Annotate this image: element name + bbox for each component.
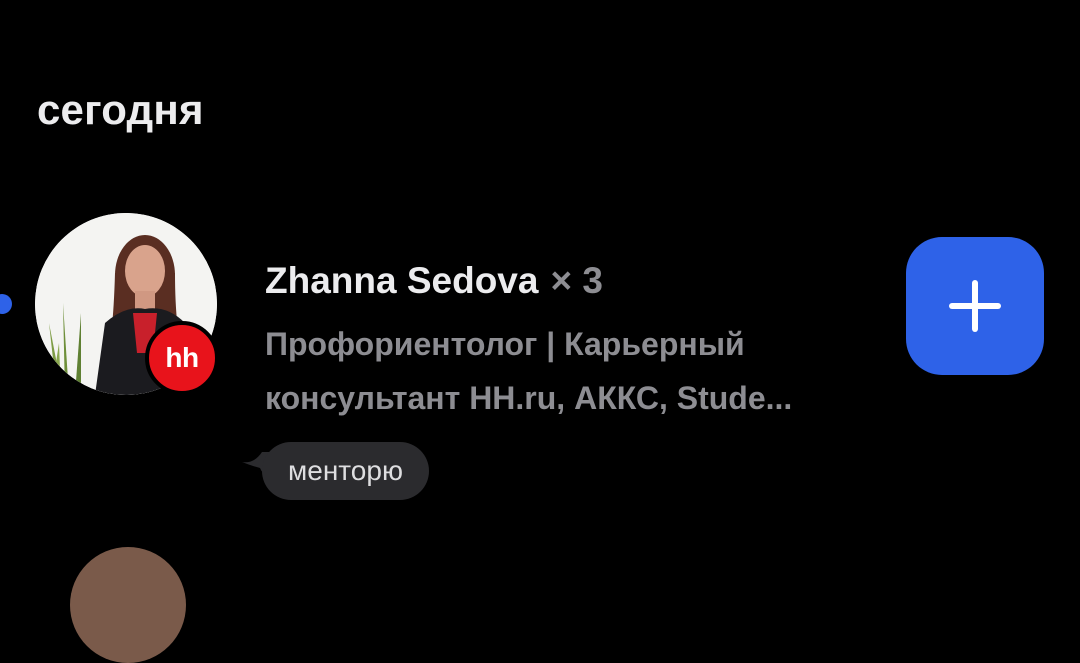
tag-bubble[interactable]: менторю <box>262 442 429 500</box>
section-title: сегодня <box>37 86 204 133</box>
repeat-count: × 3 <box>550 260 603 301</box>
plus-icon <box>949 280 1001 332</box>
contact-description: Профориентолог | Карьерный консультант H… <box>265 317 885 425</box>
add-button[interactable] <box>906 237 1044 375</box>
entry-title[interactable]: Zhanna Sedova × 3 <box>265 260 603 302</box>
next-avatar[interactable] <box>70 547 186 663</box>
hh-badge: hh <box>145 321 219 395</box>
contact-name[interactable]: Zhanna Sedova <box>265 260 538 301</box>
unread-indicator <box>0 294 12 314</box>
description-line-2: консультант HH.ru, АККС, Stude... <box>265 380 793 416</box>
description-line-1: Профориентолог | Карьерный <box>265 326 745 362</box>
